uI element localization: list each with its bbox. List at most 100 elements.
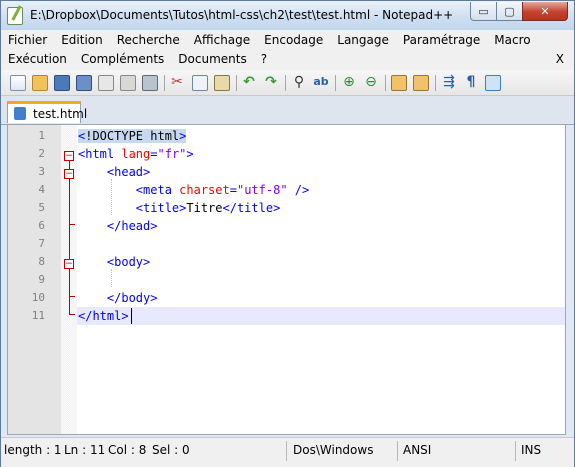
fold-end-marker [69, 224, 75, 225]
menu-fichier[interactable]: Fichier [1, 32, 54, 51]
undo-icon[interactable]: ↶ [241, 73, 257, 91]
fold-line [69, 269, 70, 315]
status-bar: length : 1 Ln : 11 Col : 8 Sel : 0 Dos\W… [1, 437, 574, 467]
window-title: E:\Dropbox\Documents\Tutos\html-css\ch2\… [30, 8, 454, 22]
toolbar: ✂ ↶ ↷ ⚲ ab ⊕ ⊖ ⇶ ¶ [1, 70, 574, 96]
text-caret [131, 308, 132, 324]
maximize-button[interactable]: ▢ [496, 2, 523, 21]
close-file-icon[interactable] [98, 75, 114, 91]
code-line[interactable]: <body> [78, 253, 150, 271]
line-number: 8 [38, 255, 45, 268]
zoom-in-icon[interactable]: ⊕ [341, 73, 357, 91]
zoom-out-icon[interactable]: ⊖ [363, 73, 379, 91]
fold-line [69, 179, 70, 259]
new-file-icon[interactable] [10, 75, 26, 91]
open-file-icon[interactable] [32, 75, 48, 91]
close-all-icon[interactable] [120, 75, 136, 91]
menu-recherche[interactable]: Recherche [110, 32, 187, 51]
line-number: 9 [38, 273, 45, 286]
editor-pane[interactable]: 1 <!DOCTYPE html> 2 <html lang="fr"> 3 <head… [7, 124, 566, 435]
menu-parametrage[interactable]: Paramétrage [396, 32, 487, 51]
menu-row-2: Exécution Compléments Documents ? [1, 51, 274, 70]
close-document-button[interactable]: X [556, 51, 564, 68]
line-number: 5 [38, 201, 45, 214]
menu-encodage[interactable]: Encodage [257, 32, 330, 51]
menu-help[interactable]: ? [254, 51, 274, 70]
fold-line [69, 161, 70, 169]
status-separator [286, 441, 287, 461]
sync-horizontal-icon[interactable] [413, 75, 429, 91]
toolbar-separator [385, 75, 386, 91]
minimize-icon: ▭ [478, 4, 489, 18]
line-number: 10 [31, 291, 45, 304]
menu-affichage[interactable]: Affichage [187, 32, 257, 51]
menu-macro[interactable]: Macro [487, 32, 537, 51]
current-line-highlight [77, 307, 565, 325]
toolbar-separator [236, 75, 237, 91]
copy-icon[interactable] [192, 75, 208, 91]
code-line[interactable]: </body> [78, 289, 158, 307]
status-column: Col : 8 [108, 443, 147, 457]
toolbar-separator [335, 75, 336, 91]
menu-edition[interactable]: Edition [54, 32, 110, 51]
saved-file-icon [14, 107, 26, 120]
minimize-button[interactable]: ▭ [470, 2, 497, 21]
line-number: 6 [38, 219, 45, 232]
paste-icon[interactable] [214, 75, 230, 91]
word-wrap-icon[interactable]: ⇶ [441, 73, 457, 91]
maximize-icon: ▢ [504, 4, 515, 18]
status-selection: Sel : 0 [152, 443, 190, 457]
toolbar-separator [285, 75, 286, 91]
tab-bar: test.html [1, 96, 574, 125]
menu-langage[interactable]: Langage [330, 32, 396, 51]
code-line[interactable]: <head> [78, 163, 150, 181]
menu-complements[interactable]: Compléments [74, 51, 171, 70]
close-button[interactable]: ✕ [522, 2, 568, 21]
menu-bar: Fichier Edition Recherche Affichage Enco… [1, 30, 574, 70]
save-icon[interactable] [54, 75, 70, 91]
status-encoding: ANSI [403, 443, 432, 457]
save-all-icon[interactable] [76, 75, 92, 91]
tab-label: test.html [33, 107, 88, 121]
line-number: 7 [38, 237, 45, 250]
indent-guide [111, 269, 112, 287]
line-number: 3 [38, 165, 45, 178]
line-number: 1 [38, 129, 45, 142]
indent-guide-icon[interactable] [485, 75, 501, 91]
status-insert-mode: INS [521, 443, 542, 457]
tab-test-html[interactable]: test.html [7, 101, 87, 123]
close-icon: ✕ [540, 4, 550, 18]
menu-row-1: Fichier Edition Recherche Affichage Enco… [1, 32, 538, 51]
notepad-window: E:\Dropbox\Documents\Tutos\html-css\ch2\… [0, 0, 575, 467]
notepad-app-icon [7, 7, 23, 25]
code-line[interactable]: <title>Titre</title> [78, 199, 281, 217]
fold-toggle-html-icon[interactable]: − [64, 151, 74, 161]
line-number: 4 [38, 183, 45, 196]
replace-icon[interactable]: ab [313, 73, 329, 91]
status-length: length : 1 [4, 443, 62, 457]
show-all-chars-icon[interactable]: ¶ [463, 73, 479, 91]
toolbar-separator [435, 75, 436, 91]
status-eol-format: Dos\Windows [293, 443, 374, 457]
fold-end-marker [69, 314, 75, 315]
code-line[interactable]: <html lang="fr"> [78, 145, 194, 163]
code-line[interactable]: <meta charset="utf-8" /> [78, 181, 309, 199]
menu-documents[interactable]: Documents [171, 51, 253, 70]
redo-icon[interactable]: ↷ [263, 73, 279, 91]
code-line[interactable]: </head> [78, 217, 158, 235]
title-bar[interactable]: E:\Dropbox\Documents\Tutos\html-css\ch2\… [1, 1, 574, 30]
print-icon[interactable] [142, 75, 158, 91]
menu-execution[interactable]: Exécution [1, 51, 74, 70]
fold-toggle-head-icon[interactable]: − [64, 169, 74, 179]
status-separator [397, 441, 398, 461]
cut-icon[interactable]: ✂ [169, 73, 185, 91]
status-line: Ln : 11 [64, 443, 106, 457]
fold-toggle-body-icon[interactable]: − [64, 259, 74, 269]
toolbar-separator [164, 75, 165, 91]
sync-vertical-icon[interactable] [391, 75, 407, 91]
status-separator [515, 441, 516, 461]
code-line[interactable]: <!DOCTYPE html> [78, 127, 187, 145]
code-line[interactable]: </html> [78, 307, 129, 325]
find-icon[interactable]: ⚲ [291, 73, 307, 91]
indent-guide [111, 179, 112, 215]
